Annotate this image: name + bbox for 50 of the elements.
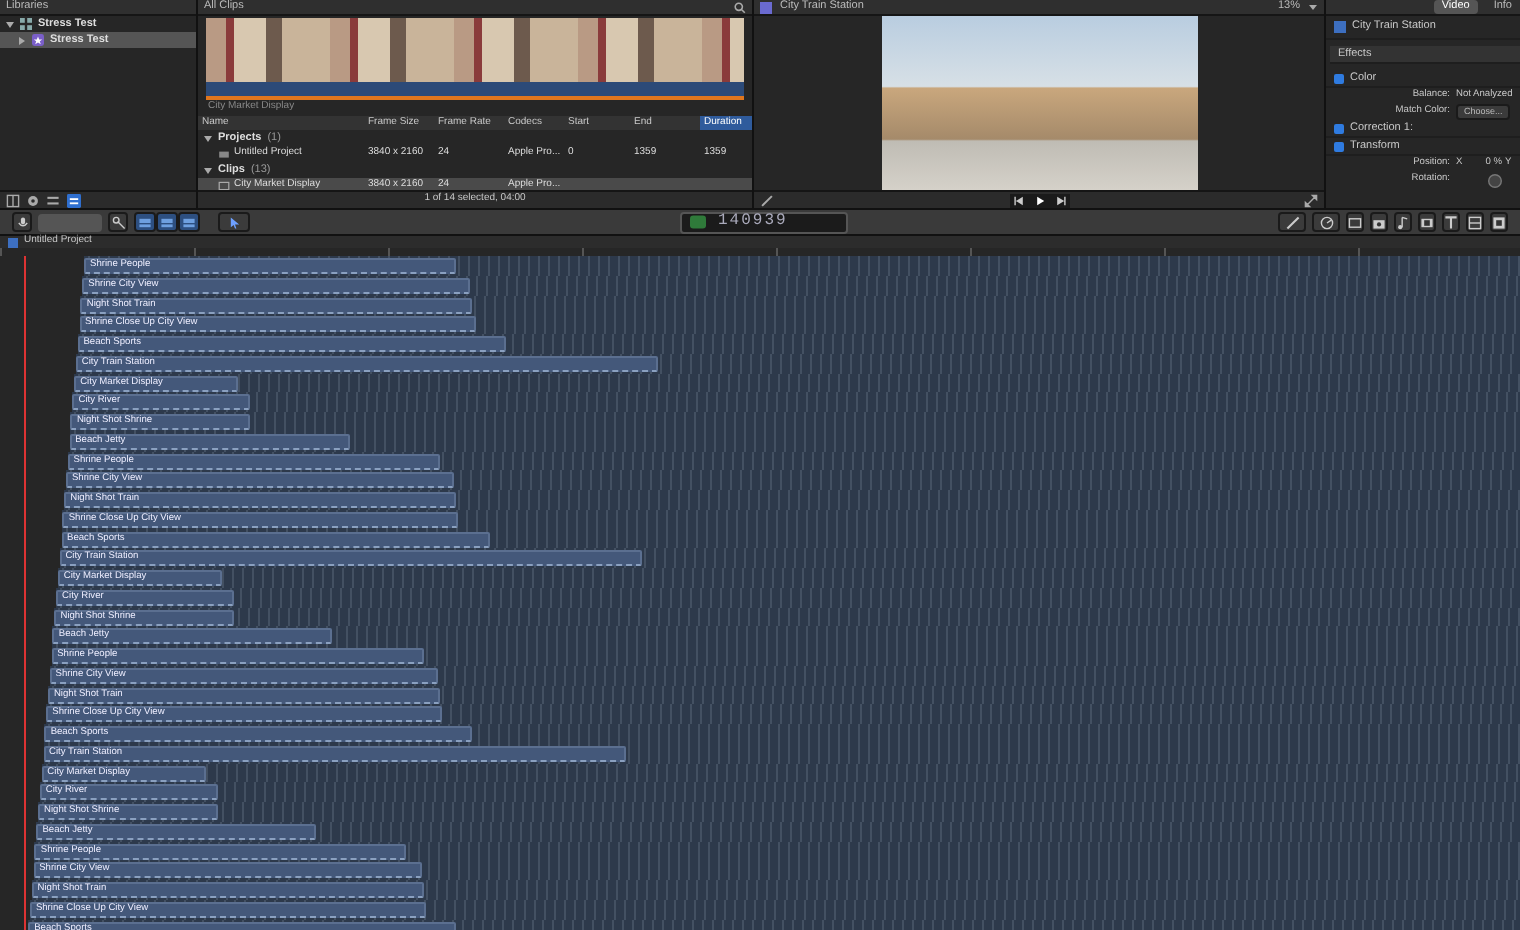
key-icon bbox=[111, 215, 125, 229]
insert-edit-icon bbox=[160, 215, 174, 229]
title-icon bbox=[1444, 215, 1458, 229]
generators-button[interactable] bbox=[1466, 212, 1484, 232]
select-tool-icon bbox=[227, 215, 241, 229]
filmstrip-view-icon[interactable] bbox=[66, 193, 82, 207]
previous-icon[interactable] bbox=[1009, 193, 1029, 207]
disclosure-triangle-icon[interactable] bbox=[204, 135, 212, 141]
blade-tool-button[interactable] bbox=[1278, 212, 1306, 232]
rotation-dial-icon[interactable] bbox=[1488, 173, 1502, 187]
star-icon bbox=[32, 34, 44, 46]
list-icon[interactable] bbox=[46, 193, 60, 207]
music-note-icon bbox=[1396, 215, 1410, 229]
insert-edit-button[interactable] bbox=[156, 212, 178, 232]
disclosure-triangle-icon[interactable] bbox=[19, 36, 25, 44]
caret-icon[interactable] bbox=[1308, 2, 1318, 12]
speedometer-button[interactable] bbox=[1312, 212, 1340, 232]
generators-icon bbox=[1468, 215, 1482, 229]
camera-icon bbox=[1372, 215, 1386, 229]
gear-icon[interactable] bbox=[26, 193, 40, 207]
music-note-button[interactable] bbox=[1394, 212, 1412, 232]
play-icon[interactable] bbox=[1029, 193, 1049, 207]
grid-icon bbox=[20, 18, 32, 30]
effect-checkbox[interactable] bbox=[1334, 123, 1344, 133]
effect-checkbox[interactable] bbox=[1334, 141, 1344, 151]
connect-edit-button[interactable] bbox=[134, 212, 156, 232]
camera-button[interactable] bbox=[1370, 212, 1388, 232]
filmstrip-button[interactable] bbox=[1418, 212, 1436, 232]
filmstrip-icon bbox=[1420, 215, 1434, 229]
media-browser-icon bbox=[1348, 215, 1362, 229]
next-icon[interactable] bbox=[1049, 193, 1069, 207]
title-button[interactable] bbox=[1442, 212, 1460, 232]
microphone-icon bbox=[15, 215, 29, 229]
media-browser-button[interactable] bbox=[1346, 212, 1364, 232]
toolbar-field[interactable] bbox=[38, 213, 102, 231]
themes-button[interactable] bbox=[1490, 212, 1508, 232]
fullscreen-icon[interactable] bbox=[1304, 193, 1318, 207]
search-icon[interactable] bbox=[734, 1, 746, 13]
effect-checkbox[interactable] bbox=[1334, 73, 1344, 83]
timecode-text: 140939 bbox=[718, 212, 788, 232]
themes-icon bbox=[1492, 215, 1506, 229]
key-button[interactable] bbox=[108, 212, 128, 232]
append-edit-icon bbox=[182, 215, 196, 229]
select-tool-button[interactable] bbox=[218, 212, 250, 232]
blade-tool-icon bbox=[1285, 215, 1299, 229]
connect-edit-icon bbox=[138, 215, 152, 229]
microphone-button[interactable] bbox=[12, 212, 32, 232]
speedometer-icon bbox=[1319, 215, 1333, 229]
film-icon[interactable] bbox=[6, 193, 20, 207]
append-edit-button[interactable] bbox=[178, 212, 200, 232]
